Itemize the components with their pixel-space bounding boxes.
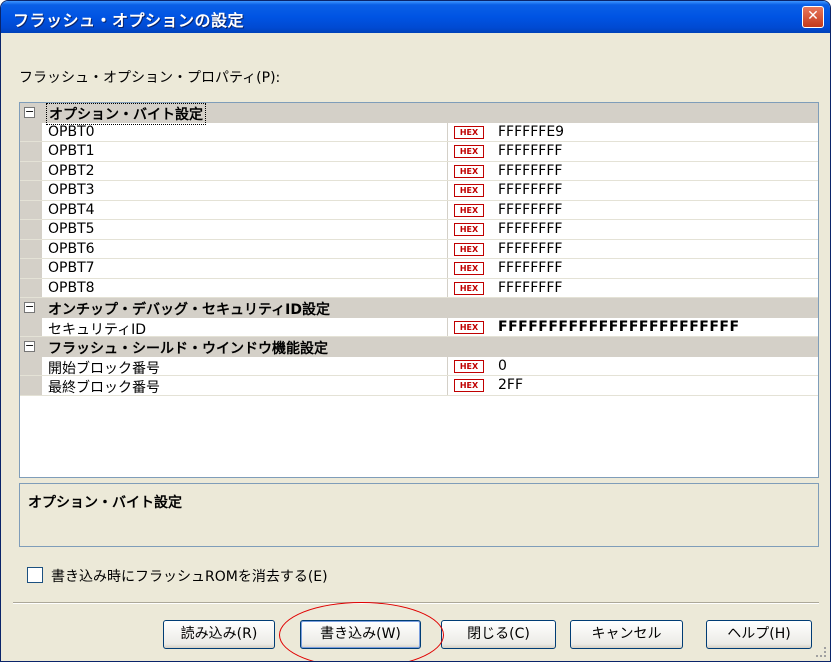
property-row[interactable]: OPBT1 HEX FFFFFFFF bbox=[20, 142, 818, 162]
property-name: セキュリティID bbox=[48, 321, 147, 338]
property-name: OPBT4 bbox=[48, 201, 95, 218]
help-button[interactable]: ヘルプ(H) bbox=[706, 620, 812, 649]
property-value[interactable]: FFFFFFE9 bbox=[498, 124, 564, 140]
property-row[interactable]: OPBT5 HEX FFFFFFFF bbox=[20, 220, 818, 240]
property-row[interactable]: OPBT3 HEX FFFFFFFF bbox=[20, 181, 818, 201]
property-value[interactable]: FFFFFFFF bbox=[498, 163, 562, 179]
collapse-icon[interactable]: − bbox=[24, 340, 35, 352]
property-name: OPBT2 bbox=[48, 162, 95, 179]
collapse-icon[interactable]: − bbox=[24, 106, 35, 118]
property-name: OPBT1 bbox=[48, 143, 95, 159]
separator bbox=[13, 602, 819, 604]
property-value[interactable]: FFFFFFFF bbox=[498, 260, 562, 276]
property-value[interactable]: FFFFFFFF bbox=[498, 280, 562, 296]
property-grid: − オプション・バイト設定 OPBT0 HEX FFFFFFE9 OPBT1 H… bbox=[19, 102, 819, 478]
hex-icon: HEX bbox=[454, 145, 484, 158]
property-row[interactable]: OPBT0 HEX FFFFFFE9 bbox=[20, 122, 818, 142]
hex-icon: HEX bbox=[454, 359, 484, 373]
hex-icon: HEX bbox=[454, 223, 484, 236]
property-name: OPBT3 bbox=[48, 182, 95, 198]
property-name: OPBT6 bbox=[48, 240, 95, 257]
property-caption: フラッシュ・オプション・プロパティ(P): bbox=[19, 70, 281, 86]
erase-checkbox-label[interactable]: 書き込み時にフラッシュROMを消去する(E) bbox=[51, 566, 328, 586]
description-title: オプション・バイト設定 bbox=[28, 495, 182, 511]
property-name: 開始ブロック番号 bbox=[48, 360, 160, 377]
hex-icon: HEX bbox=[454, 203, 484, 217]
cancel-button[interactable]: キャンセル bbox=[570, 620, 683, 649]
annotation-ellipse bbox=[279, 602, 444, 661]
property-value[interactable]: FFFFFFFF bbox=[498, 202, 562, 218]
title-bar[interactable]: フラッシュ・オプションの設定 ✕ bbox=[1, 1, 830, 33]
property-name: OPBT8 bbox=[48, 279, 95, 296]
property-value[interactable]: 2FF bbox=[498, 377, 523, 393]
property-row[interactable]: 開始ブロック番号 HEX 0 bbox=[20, 356, 818, 377]
hex-icon: HEX bbox=[454, 125, 484, 139]
property-row[interactable]: 最終ブロック番号 HEX 2FF bbox=[20, 376, 818, 396]
property-row[interactable]: OPBT6 HEX FFFFFFFF bbox=[20, 239, 818, 259]
property-value[interactable]: 0 bbox=[498, 358, 507, 374]
property-value[interactable]: FFFFFFFF bbox=[498, 182, 562, 198]
group-flash-shield[interactable]: − フラッシュ・シールド・ウインドウ機能設定 bbox=[20, 337, 818, 357]
hex-icon: HEX bbox=[454, 320, 484, 334]
read-button[interactable]: 読み込み(R) bbox=[163, 620, 275, 649]
group-label: フラッシュ・シールド・ウインドウ機能設定 bbox=[48, 341, 328, 357]
property-value[interactable]: FFFFFFFFFFFFFFFFFFFFFFFF bbox=[498, 319, 740, 335]
property-row[interactable]: OPBT8 HEX FFFFFFFF bbox=[20, 278, 818, 298]
property-name: OPBT0 bbox=[48, 123, 95, 140]
group-label: オンチップ・デバッグ・セキュリティID設定 bbox=[48, 302, 330, 318]
dialog-title: フラッシュ・オプションの設定 bbox=[13, 11, 245, 30]
group-security-id[interactable]: − オンチップ・デバッグ・セキュリティID設定 bbox=[20, 298, 818, 318]
property-name: 最終ブロック番号 bbox=[48, 380, 160, 396]
hex-icon: HEX bbox=[454, 262, 484, 275]
description-panel: オプション・バイト設定 bbox=[19, 483, 819, 547]
hex-icon: HEX bbox=[454, 379, 484, 392]
property-row[interactable]: OPBT4 HEX FFFFFFFF bbox=[20, 200, 818, 220]
close-button[interactable]: 閉じる(C) bbox=[441, 620, 556, 649]
property-row[interactable]: OPBT2 HEX FFFFFFFF bbox=[20, 161, 818, 181]
hex-icon: HEX bbox=[454, 164, 484, 178]
property-name: OPBT7 bbox=[48, 260, 95, 276]
property-row[interactable]: セキュリティID HEX FFFFFFFFFFFFFFFFFFFFFFFF bbox=[20, 317, 818, 338]
property-value[interactable]: FFFFFFFF bbox=[498, 241, 562, 257]
group-option-byte[interactable]: − オプション・バイト設定 bbox=[20, 103, 818, 125]
close-icon[interactable]: ✕ bbox=[802, 6, 824, 28]
property-row[interactable]: OPBT7 HEX FFFFFFFF bbox=[20, 259, 818, 279]
property-value[interactable]: FFFFFFFF bbox=[498, 143, 562, 159]
erase-checkbox[interactable] bbox=[27, 567, 43, 583]
property-value[interactable]: FFFFFFFF bbox=[498, 221, 562, 237]
hex-icon: HEX bbox=[454, 242, 484, 256]
collapse-icon[interactable]: − bbox=[24, 301, 35, 313]
flash-option-dialog: フラッシュ・オプションの設定 ✕ フラッシュ・オプション・プロパティ(P): −… bbox=[0, 0, 831, 662]
resize-grip-icon[interactable] bbox=[816, 647, 826, 657]
hex-icon: HEX bbox=[454, 184, 484, 197]
hex-icon: HEX bbox=[454, 281, 484, 295]
property-name: OPBT5 bbox=[48, 221, 95, 237]
